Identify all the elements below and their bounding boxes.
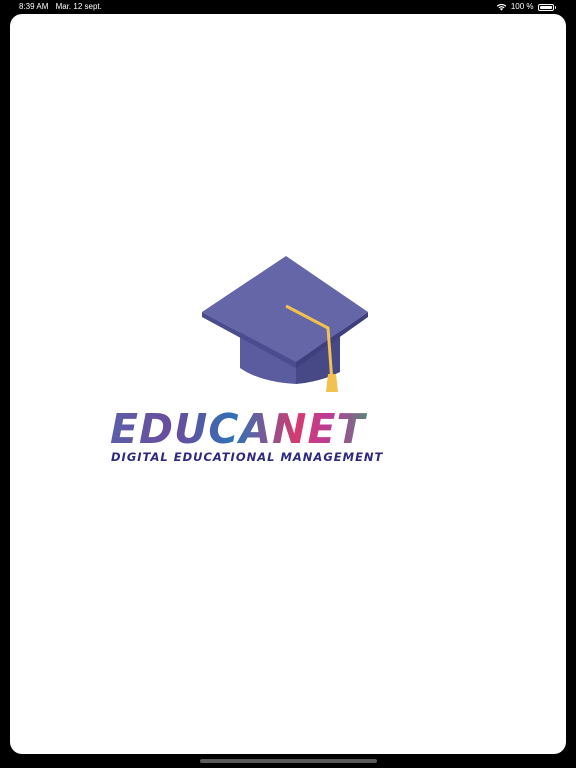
battery-fill bbox=[539, 5, 552, 9]
brand-name: EDUCANET bbox=[110, 408, 470, 450]
graduation-cap-icon bbox=[202, 256, 368, 392]
wifi-icon bbox=[496, 3, 507, 11]
status-left: 8:39 AM Mar. 12 sept. bbox=[19, 0, 107, 14]
cap-board-top bbox=[202, 256, 368, 362]
battery-body bbox=[537, 3, 554, 11]
tassel-end bbox=[326, 374, 338, 392]
status-date: Mar. 12 sept. bbox=[55, 2, 102, 11]
battery-icon bbox=[537, 3, 556, 11]
battery-percent: 100 % bbox=[510, 2, 534, 11]
brand-tagline: DIGITAL EDUCATIONAL MANAGEMENT bbox=[111, 450, 384, 464]
status-right: 100 % bbox=[496, 0, 556, 14]
educanet-logo: EDUCANET DIGITAL EDUCATIONAL MANAGEMENT bbox=[10, 14, 566, 754]
screen: 8:39 AM Mar. 12 sept. 100 % EDUCANET DIG… bbox=[0, 0, 576, 768]
battery-tip bbox=[554, 5, 556, 9]
status-bar: 8:39 AM Mar. 12 sept. 100 % bbox=[0, 0, 576, 14]
home-indicator[interactable] bbox=[200, 759, 377, 763]
status-time: 8:39 AM bbox=[19, 2, 49, 11]
splash-sheet: EDUCANET DIGITAL EDUCATIONAL MANAGEMENT bbox=[10, 14, 566, 754]
